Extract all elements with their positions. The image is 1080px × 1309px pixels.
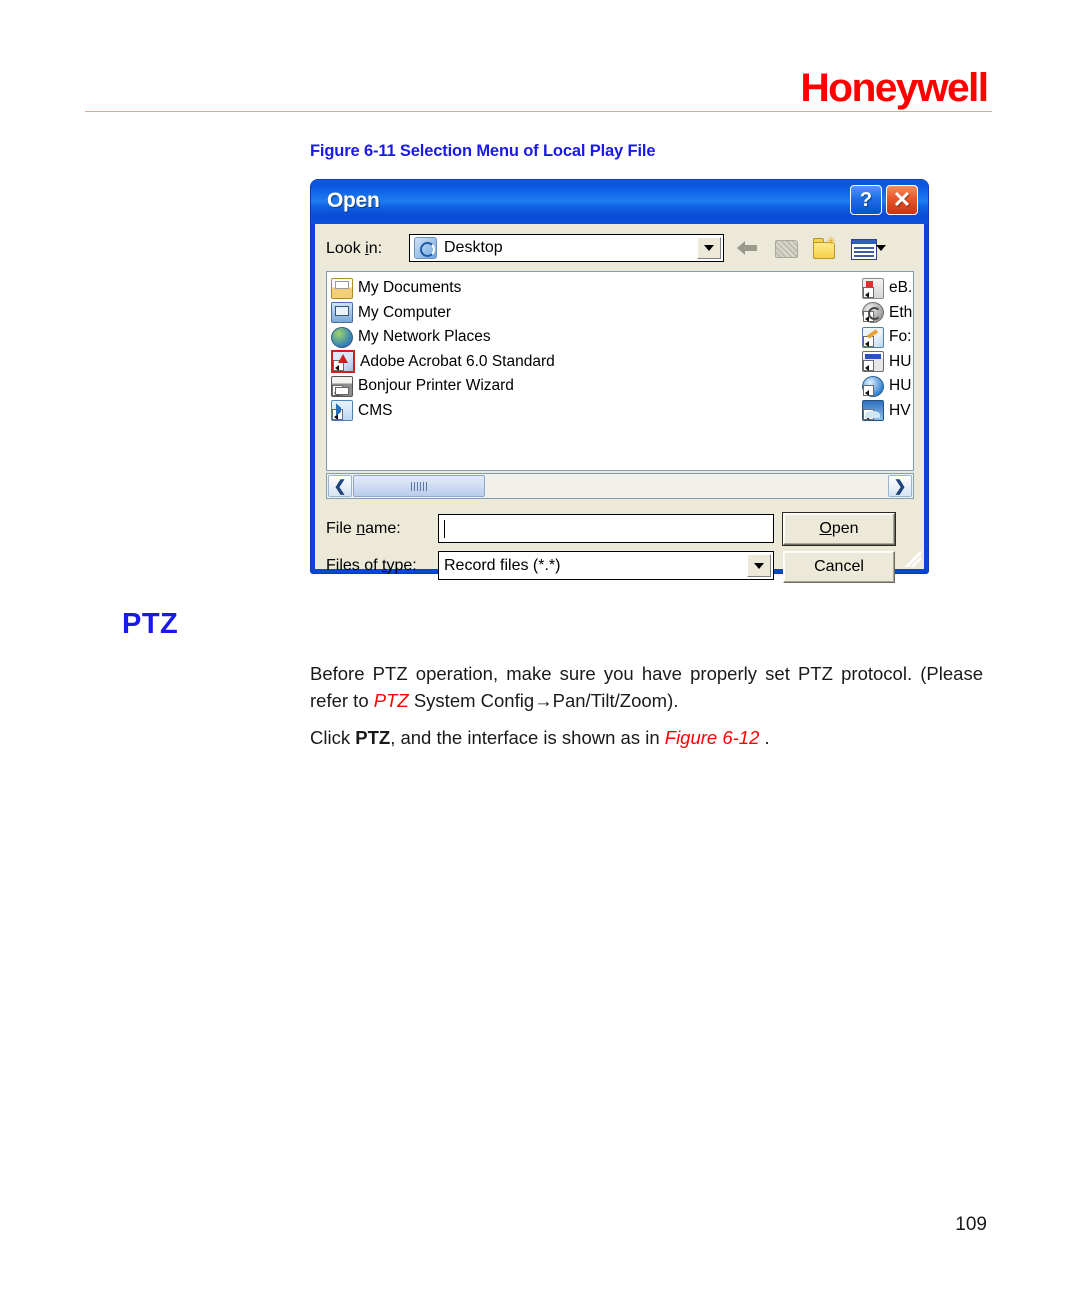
list-item-label: Adobe Acrobat 6.0 Standard <box>360 352 555 370</box>
file-list[interactable]: My Documents My Computer My Network Plac… <box>326 271 914 471</box>
acrobat-icon <box>331 350 355 374</box>
dialog-titlebar: Open ? ✕ <box>311 180 928 224</box>
computer-icon <box>331 302 353 324</box>
look-in-row: Look in: Desktop ✳ <box>326 234 914 264</box>
horizontal-scrollbar[interactable]: ❮ ❯ <box>326 473 914 499</box>
honeywell-logo: Honeywell <box>799 66 989 110</box>
ptz-inline-reference: PTZ <box>373 690 409 711</box>
list-item-label: Eth <box>889 303 913 321</box>
scrollbar-thumb[interactable] <box>353 475 485 497</box>
list-item-label: My Network Places <box>358 328 491 346</box>
look-in-label: Look in: <box>326 240 383 257</box>
list-item[interactable]: My Documents <box>331 276 661 301</box>
files-of-type-combobox[interactable]: Record files (*.*) <box>438 551 774 580</box>
list-item[interactable]: My Computer <box>331 301 661 326</box>
hv-shortcut-icon <box>862 400 884 422</box>
help-button[interactable]: ? <box>850 185 882 215</box>
ptz-bold-label: PTZ <box>355 727 391 748</box>
dialog-title: Open <box>327 189 380 212</box>
list-item[interactable]: Eth <box>862 301 913 326</box>
list-item-label: HU <box>889 377 912 395</box>
foxit-shortcut-icon <box>862 326 884 348</box>
paragraph-ptz-intro: Before PTZ operation, make sure you have… <box>310 663 983 711</box>
list-item-label: My Computer <box>358 303 452 321</box>
look-in-value: Desktop <box>444 239 503 256</box>
titlebar-buttons: ? ✕ <box>850 185 918 215</box>
file-name-label: File name: <box>326 520 401 537</box>
hu-globe-shortcut-icon <box>862 375 884 397</box>
section-heading-ptz: PTZ <box>122 608 179 640</box>
views-icon[interactable] <box>850 236 886 260</box>
list-item[interactable]: HU <box>862 350 913 375</box>
scroll-left-button[interactable]: ❮ <box>328 475 352 497</box>
file-list-column-left: My Documents My Computer My Network Plac… <box>331 276 661 423</box>
files-of-type-value: Record files (*.*) <box>444 556 561 574</box>
list-item[interactable]: Adobe Acrobat 6.0 Standard <box>331 350 661 375</box>
open-file-dialog: Open ? ✕ Look in: Desktop ✳ My Documents… <box>311 180 928 583</box>
list-item-label: eB. <box>889 279 913 297</box>
network-places-icon <box>331 326 353 348</box>
figure-reference: Figure 6-12 <box>664 727 760 748</box>
new-folder-icon[interactable]: ✳ <box>811 235 837 260</box>
views-chevron-down-icon[interactable] <box>876 245 886 251</box>
list-item[interactable]: eB. <box>862 276 913 301</box>
page-number: 109 <box>955 1214 987 1235</box>
files-of-type-label: Files of type: <box>326 557 417 574</box>
ethereal-shortcut-icon <box>862 302 884 324</box>
body-text: Before PTZ operation, make sure you have… <box>310 660 983 751</box>
list-item[interactable]: HU <box>862 374 913 399</box>
header-divider <box>85 111 992 112</box>
chevron-down-icon[interactable] <box>747 554 771 577</box>
list-item[interactable]: Fo: <box>862 325 913 350</box>
list-item[interactable]: My Network Places <box>331 325 661 350</box>
look-in-combobox[interactable]: Desktop <box>409 234 724 262</box>
file-name-input[interactable] <box>438 514 774 543</box>
list-item-label: Fo: <box>889 328 912 346</box>
paragraph-click-ptz: Click PTZ, and the interface is shown as… <box>310 727 770 748</box>
scroll-right-button[interactable]: ❯ <box>888 475 912 497</box>
folder-documents-icon <box>331 277 353 299</box>
chevron-down-icon[interactable] <box>697 237 721 259</box>
cancel-button[interactable]: Cancel <box>783 551 895 583</box>
grip-icon <box>411 481 427 491</box>
up-folder-icon[interactable] <box>773 236 799 260</box>
hu-window-shortcut-icon <box>862 351 884 373</box>
list-item-label: CMS <box>358 401 393 419</box>
list-item[interactable]: HV <box>862 399 913 424</box>
figure-caption: Figure 6-11 Selection Menu of Local Play… <box>310 142 656 160</box>
printer-icon <box>331 375 353 397</box>
desktop-icon <box>414 237 437 259</box>
text-caret <box>444 519 445 538</box>
list-item-label: Bonjour Printer Wizard <box>358 377 514 395</box>
cms-icon <box>331 400 353 422</box>
file-list-column-right: eB. Eth Fo: HU HU HV <box>862 276 913 424</box>
list-item[interactable]: Bonjour Printer Wizard <box>331 374 661 399</box>
close-icon[interactable]: ✕ <box>886 185 918 215</box>
page-header: Honeywell <box>0 0 1080 120</box>
list-item-label: My Documents <box>358 279 462 297</box>
dialog-body: Look in: Desktop ✳ My Documents My Compu… <box>315 224 924 583</box>
open-button[interactable]: Open <box>782 512 896 546</box>
ebay-shortcut-icon <box>862 277 884 299</box>
list-item-label: HU <box>889 352 912 370</box>
back-arrow-icon[interactable] <box>736 236 762 260</box>
list-item-label: HV <box>889 401 911 419</box>
list-item[interactable]: CMS <box>331 399 661 424</box>
resize-grip-icon[interactable] <box>905 551 921 567</box>
